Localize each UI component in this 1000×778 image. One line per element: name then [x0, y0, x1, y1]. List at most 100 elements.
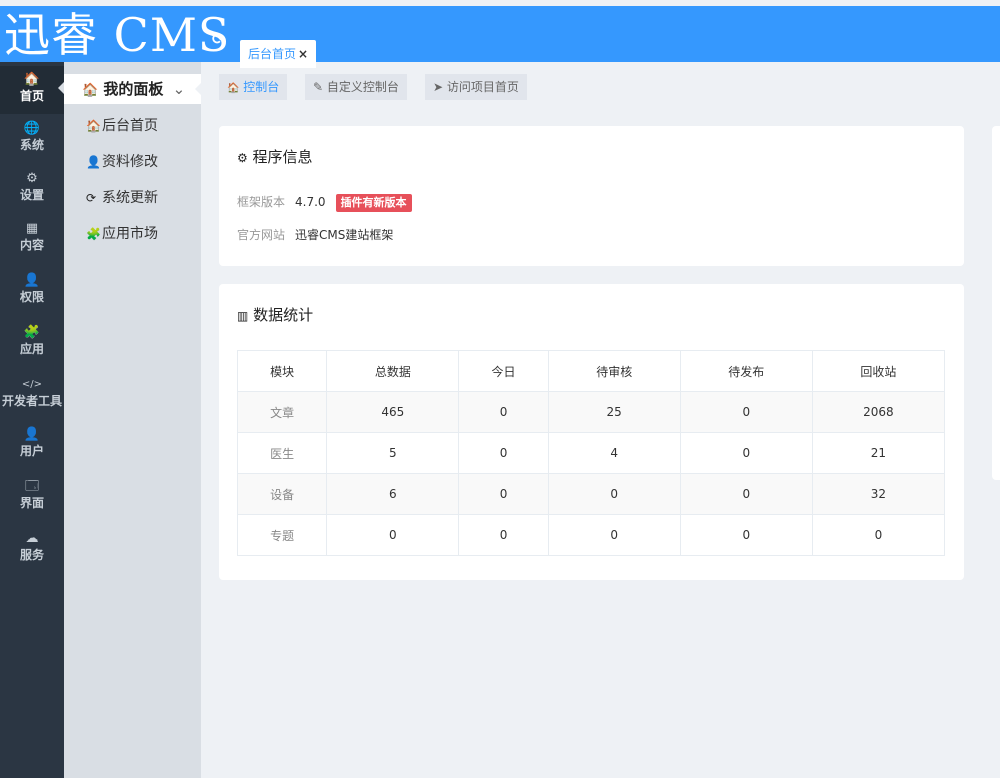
sidebar-item-label: 服务: [19, 548, 44, 562]
subnav-item-label: 应用市场: [102, 226, 158, 242]
column-header: 总数据: [326, 350, 460, 392]
subnav-item-system-update[interactable]: ⟳ 系统更新: [64, 180, 201, 216]
pending-publish-cell[interactable]: 0: [679, 432, 813, 474]
program-info-card: ⚙ 程序信息 框架版本 4.7.0 插件有新版本 官方网站 迅睿CMS建站框架: [219, 126, 964, 266]
total-cell[interactable]: 6: [326, 473, 460, 515]
recycle-bin-cell[interactable]: 21: [811, 432, 946, 474]
stats-table: 模块 总数据 今日 待审核 待发布 回收站 文章 465 0 25 0 2068…: [236, 350, 946, 556]
sidebar-item-content[interactable]: ▦ 内容: [0, 222, 64, 253]
sidebar-item-apps[interactable]: 🧩 应用: [0, 326, 64, 357]
pending-publish-cell[interactable]: 0: [679, 473, 813, 515]
today-cell[interactable]: 0: [458, 514, 549, 556]
stats-title: 数据统计: [253, 306, 314, 324]
update-badge[interactable]: 插件有新版本: [335, 194, 412, 212]
home-icon: 🏠: [82, 83, 99, 98]
module-cell: 设备: [236, 473, 328, 515]
total-cell[interactable]: 0: [326, 514, 460, 556]
tab-custom-console[interactable]: ✎ 自定义控制台: [305, 74, 407, 100]
pending-review-cell[interactable]: 25: [547, 391, 681, 433]
sidebar-item-label: 权限: [19, 290, 44, 304]
tab-console[interactable]: 🏠 控制台: [219, 74, 288, 100]
right-panel-edge: [992, 126, 1000, 480]
version-label: 框架版本: [237, 195, 286, 209]
subnav-item-label: 后台首页: [102, 118, 158, 134]
subnav-item-app-market[interactable]: 🧩应用市场: [64, 216, 201, 252]
today-cell[interactable]: 0: [458, 432, 549, 474]
home-icon: 🏠: [23, 72, 41, 87]
program-info-title: 程序信息: [252, 148, 313, 166]
gear-icon: ⚙: [237, 151, 248, 165]
puzzle-icon: 🧩: [86, 227, 101, 241]
column-header: 今日: [458, 350, 549, 392]
refresh-icon: ⟳: [86, 191, 97, 205]
recycle-bin-cell[interactable]: 2068: [811, 391, 946, 433]
edit-icon: ✎: [313, 80, 324, 94]
site-row: 官方网站 迅睿CMS建站框架: [237, 226, 393, 244]
user-icon: 👤: [23, 427, 41, 442]
pending-review-cell[interactable]: 0: [547, 473, 681, 515]
table-row: 设备 6 0 0 0 32: [236, 473, 946, 515]
site-link[interactable]: 迅睿CMS建站框架: [295, 228, 393, 242]
tab-backend-home[interactable]: 后台首页 ×: [240, 40, 317, 68]
icon-sidebar: 🏠 首页 🌐 系统 ⚙ 设置 ▦ 内容 👤 权限 🧩 应用 </> 开发者工具 👤 用户 🗔 界面…: [0, 62, 65, 778]
module-cell: 医生: [236, 432, 328, 474]
column-header: 待审核: [547, 350, 681, 392]
sidebar-item-label: 应用: [19, 342, 44, 356]
code-icon: </>: [21, 379, 43, 390]
puzzle-icon: 🧩: [23, 325, 41, 340]
recycle-bin-cell[interactable]: 0: [811, 514, 946, 556]
sidebar-item-label: 界面: [19, 496, 44, 510]
pending-review-cell[interactable]: 0: [547, 514, 681, 556]
home-icon: 🏠: [227, 83, 240, 94]
sidebar-item-settings[interactable]: ⚙ 设置: [0, 172, 64, 203]
sub-sidebar: 🏠 我的面板 ⌄ 🏠后台首页 👤资料修改 ⟳ 系统更新 🧩应用市场: [64, 62, 202, 778]
sidebar-item-label: 用户: [19, 444, 44, 458]
subnav-item-label: 系统更新: [102, 190, 158, 206]
user-icon: 👤: [86, 155, 101, 169]
grid-icon: ▦: [25, 221, 39, 236]
tab-label: 后台首页: [248, 47, 297, 61]
chevron-down-icon: ⌄: [172, 80, 186, 98]
sidebar-item-label: 系统: [19, 138, 44, 152]
bar-chart-icon: ▥: [237, 309, 249, 323]
today-cell[interactable]: 0: [458, 391, 549, 433]
app-logo[interactable]: 迅睿 CMS: [4, 8, 230, 62]
table-row: 医生 5 0 4 0 21: [236, 432, 946, 474]
sidebar-item-home[interactable]: 🏠 首页: [0, 66, 65, 114]
sidebar-item-permissions[interactable]: 👤 权限: [0, 274, 64, 305]
user-circle-icon: 👤: [23, 273, 41, 288]
top-bar: 迅睿 CMS ⟳ 后台首页 ×: [0, 6, 1000, 68]
sidebar-item-dev-tools[interactable]: </> 开发者工具: [0, 378, 64, 409]
tab-visit-project-home[interactable]: ➤ 访问项目首页: [425, 74, 527, 100]
pending-publish-cell[interactable]: 0: [679, 514, 813, 556]
close-icon[interactable]: ×: [298, 47, 308, 61]
sidebar-item-label: 开发者工具: [1, 394, 62, 408]
table-row: 专题 0 0 0 0 0: [236, 514, 946, 556]
table-row: 文章 465 0 25 0 2068: [236, 391, 946, 433]
sidebar-item-interface[interactable]: 🗔 界面: [0, 480, 64, 511]
today-cell[interactable]: 0: [458, 473, 549, 515]
refresh-icon[interactable]: ⟳: [212, 29, 225, 49]
card-title: ▥ 数据统计: [237, 304, 313, 325]
version-value: 4.7.0: [295, 195, 326, 209]
recycle-bin-cell[interactable]: 32: [811, 473, 946, 515]
pending-review-cell[interactable]: 4: [547, 432, 681, 474]
subnav-item-profile[interactable]: 👤资料修改: [64, 144, 201, 180]
total-cell[interactable]: 465: [326, 391, 460, 433]
total-cell[interactable]: 5: [326, 432, 460, 474]
subnav-item-backend-home[interactable]: 🏠后台首页: [64, 108, 201, 144]
globe-icon: 🌐: [23, 121, 41, 136]
tab-label: 自定义控制台: [326, 80, 399, 94]
tab-label: 访问项目首页: [446, 80, 519, 94]
card-title: ⚙ 程序信息: [237, 146, 313, 167]
sidebar-item-label: 内容: [19, 238, 44, 252]
panel-header-label: 我的面板: [103, 80, 164, 98]
sidebar-item-system[interactable]: 🌐 系统: [0, 122, 64, 153]
sidebar-item-label: 首页: [19, 89, 44, 103]
table-header-row: 模块 总数据 今日 待审核 待发布 回收站: [236, 350, 946, 392]
panel-header[interactable]: 🏠 我的面板 ⌄: [64, 74, 202, 104]
sidebar-item-services[interactable]: ☁ 服务: [0, 532, 64, 563]
sidebar-item-users[interactable]: 👤 用户: [0, 428, 64, 459]
pending-publish-cell[interactable]: 0: [679, 391, 813, 433]
data-stats-card: ▥ 数据统计 模块 总数据 今日 待审核 待发布 回收站 文章 465 0 25…: [219, 284, 964, 580]
